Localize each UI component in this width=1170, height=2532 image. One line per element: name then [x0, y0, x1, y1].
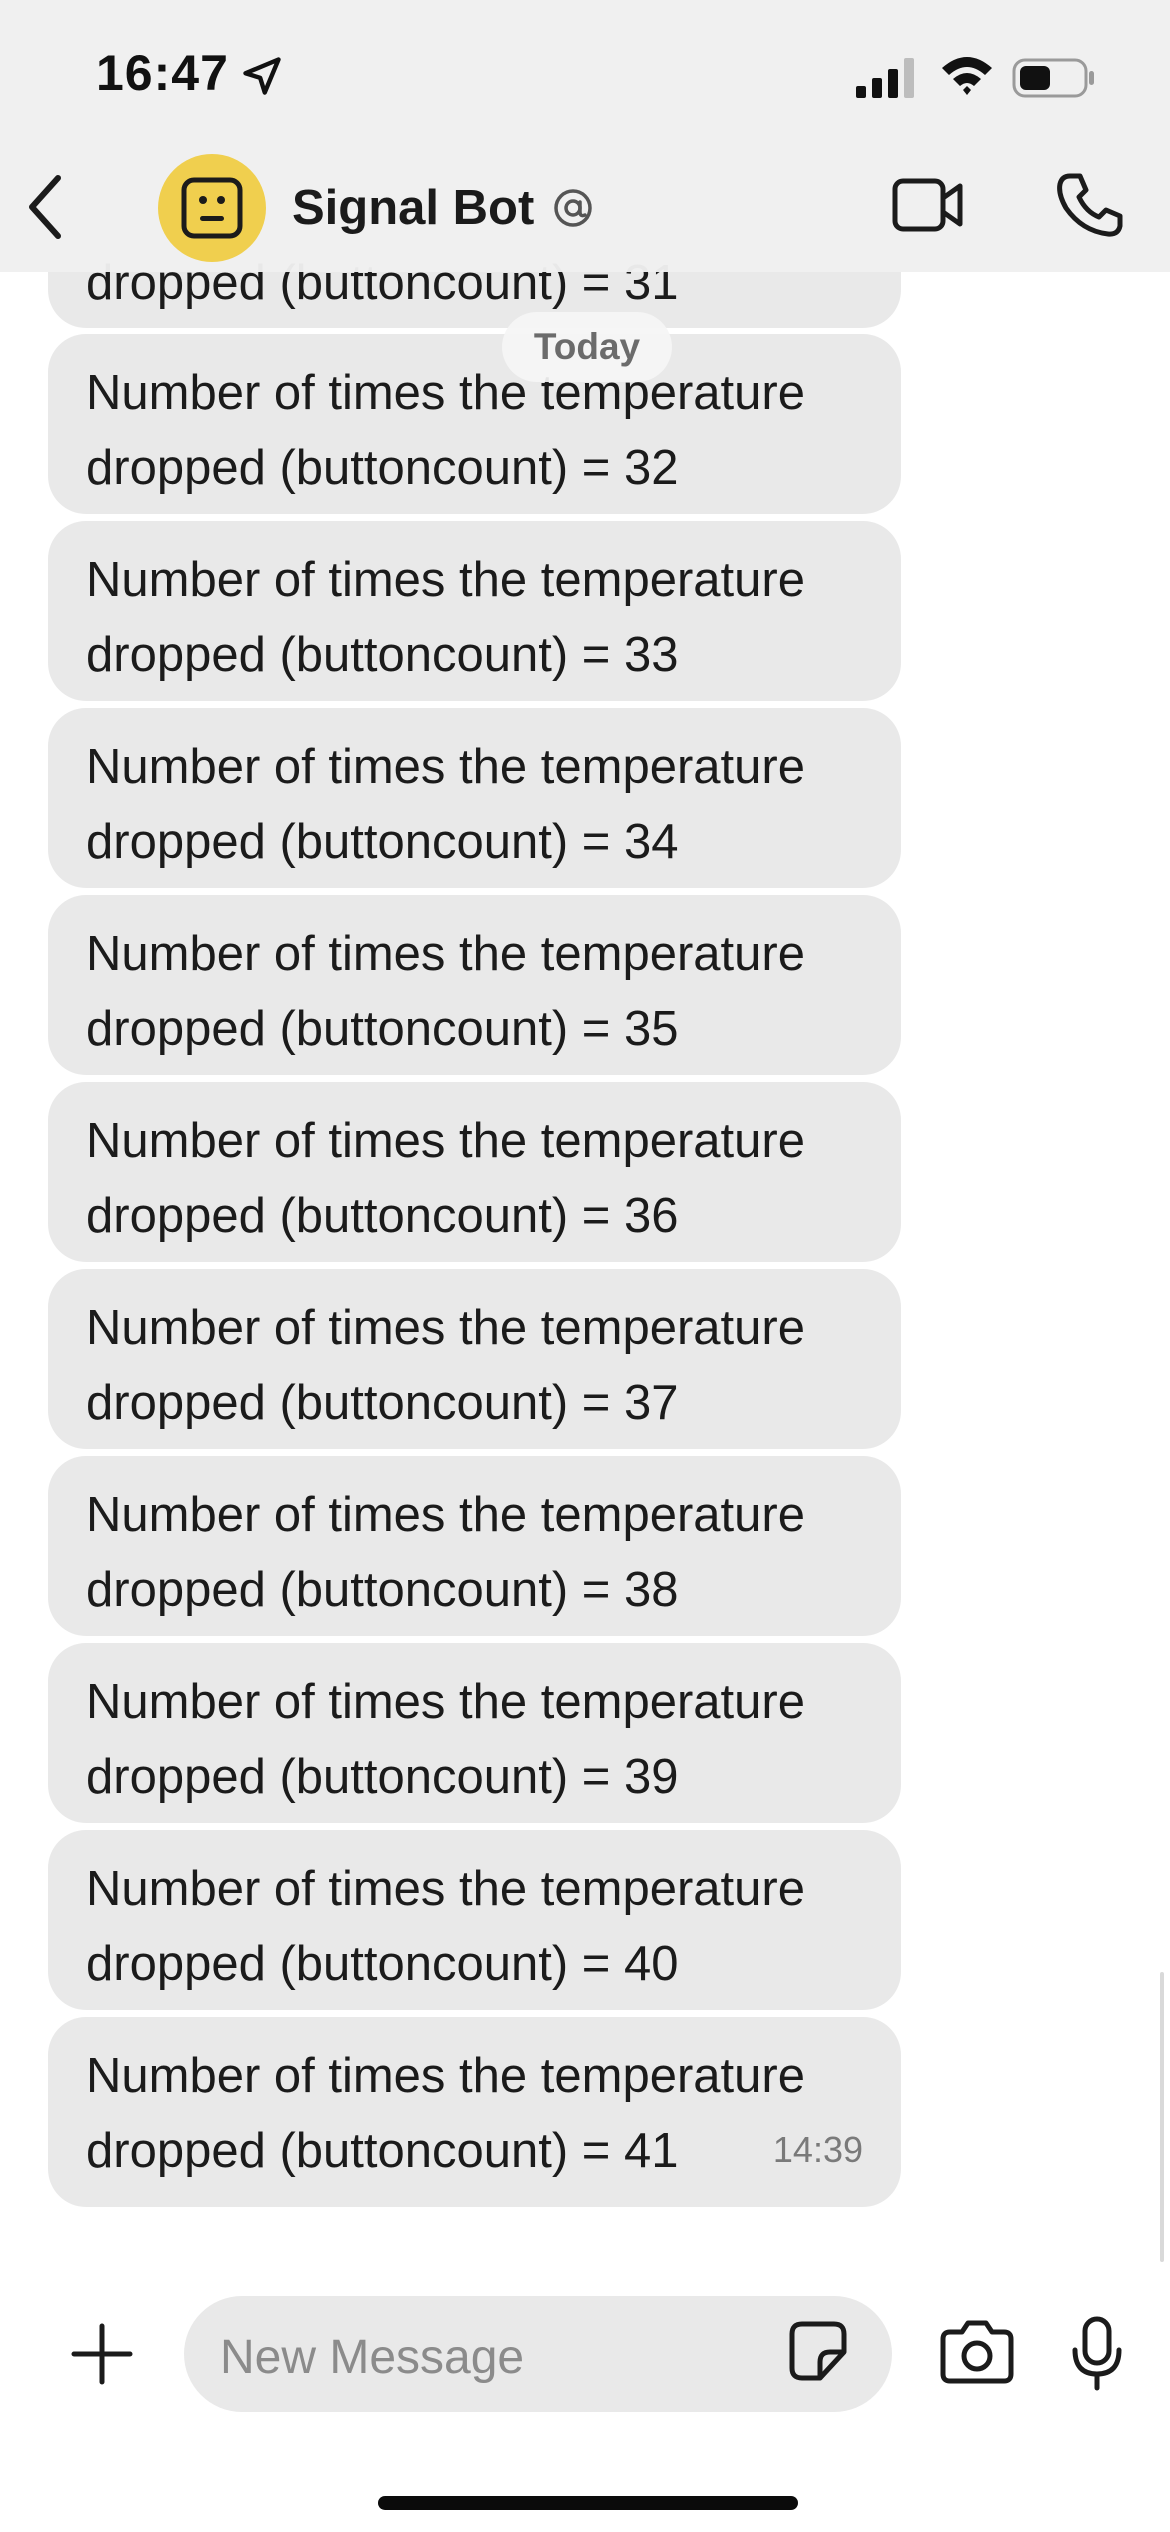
battery-icon	[1012, 58, 1094, 98]
home-indicator[interactable]	[378, 2496, 798, 2510]
message-placeholder: New Message	[220, 2331, 525, 2384]
contact-name[interactable]: Signal Bot	[292, 180, 534, 236]
message-text: Number of times the temperature	[86, 366, 805, 420]
message-text: Number of times the temperature	[86, 927, 805, 981]
location-arrow-icon	[243, 57, 281, 95]
message-text: dropped (buttoncount) = 32	[86, 441, 679, 495]
message-bubble[interactable]: Number of times the temperature dropped …	[48, 895, 901, 1075]
message-bubble[interactable]: Number of times the temperature dropped …	[48, 1643, 901, 1823]
message-bubble[interactable]: Number of times the temperature dropped …	[48, 1269, 901, 1449]
message-bubble[interactable]: Number of times the temperature dropped …	[48, 708, 901, 888]
message-text: dropped (buttoncount) = 40	[86, 1937, 679, 1991]
back-button[interactable]	[20, 170, 70, 244]
phone-icon[interactable]	[1056, 172, 1124, 238]
scroll-indicator[interactable]	[1160, 1972, 1164, 2262]
message-input[interactable]: New Message	[184, 2296, 892, 2412]
message-text: dropped (buttoncount) = 33	[86, 628, 679, 682]
sticker-icon[interactable]	[788, 2320, 848, 2382]
bot-face-icon	[181, 177, 243, 239]
date-divider: Today	[502, 312, 672, 382]
message-timestamp: 14:39	[772, 2129, 863, 2170]
message-bubble[interactable]: Number of times the temperature dropped …	[48, 1456, 901, 1636]
status-time: 16:47	[96, 45, 229, 101]
message-bubble[interactable]: Number of times the temperature dropped …	[48, 521, 901, 701]
message-text: Number of times the temperature	[86, 740, 805, 794]
message-bubble[interactable]: Number of times the temperature dropped …	[48, 1082, 901, 1262]
video-camera-icon[interactable]	[892, 176, 964, 234]
message-text: Number of times the temperature	[86, 1675, 805, 1729]
wifi-icon	[942, 57, 992, 95]
plus-icon[interactable]	[70, 2322, 134, 2386]
message-text: Number of times the temperature	[86, 1862, 805, 1916]
message-text: dropped (buttoncount) = 34	[86, 815, 679, 869]
verified-at-icon	[554, 189, 592, 227]
message-text: dropped (buttoncount) = 38	[86, 1563, 679, 1617]
message-text: Number of times the temperature	[86, 553, 805, 607]
message-bubble[interactable]: Number of times the temperature dropped …	[48, 1830, 901, 2010]
microphone-icon[interactable]	[1070, 2316, 1124, 2392]
message-text: dropped (buttoncount) = 37	[86, 1376, 679, 1430]
message-text: Number of times the temperature	[86, 1488, 805, 1542]
conversation-header: 16:47 Signal Bot	[0, 0, 1170, 272]
camera-icon[interactable]	[940, 2318, 1014, 2384]
message-text: Number of times the temperature	[86, 1301, 805, 1355]
avatar[interactable]	[158, 154, 266, 262]
message-text: dropped (buttoncount) = 35	[86, 1002, 679, 1056]
message-text: Number of times the temperature	[86, 1114, 805, 1168]
cellular-signal-icon	[856, 58, 914, 98]
message-bubble[interactable]: Number of times the temperature dropped …	[48, 2017, 901, 2207]
message-text: dropped (buttoncount) = 39	[86, 1750, 679, 1804]
message-text: Number of times the temperature	[86, 2049, 805, 2103]
message-bubble[interactable]: Number of times the temperature dropped …	[48, 334, 901, 514]
message-text: dropped (buttoncount) = 36	[86, 1189, 679, 1243]
